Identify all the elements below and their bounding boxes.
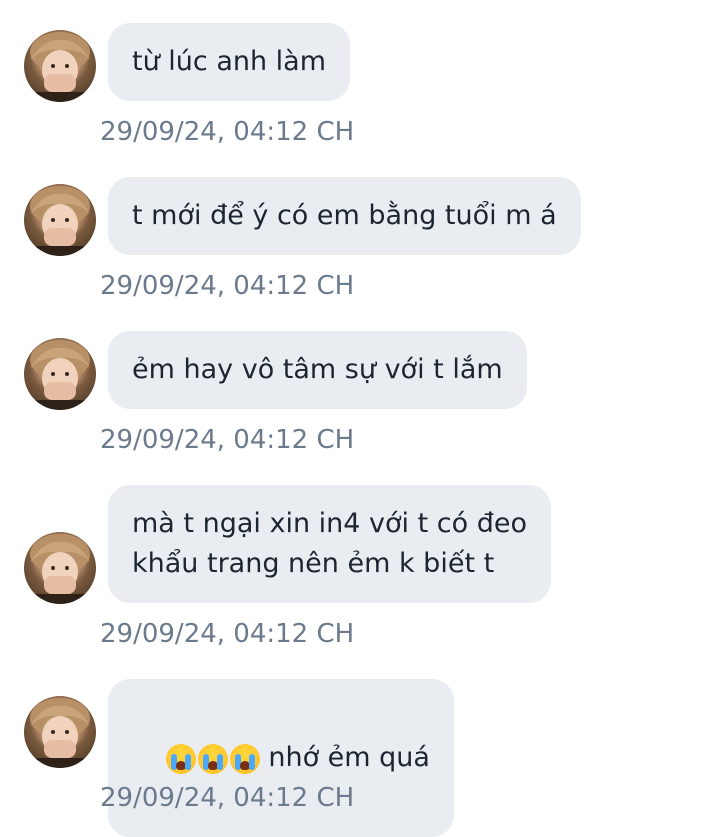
sender-avatar[interactable]	[24, 30, 96, 102]
sender-avatar[interactable]	[24, 338, 96, 410]
message-timestamp: 29/09/24, 04:12 CH	[100, 783, 355, 813]
sender-avatar[interactable]	[24, 184, 96, 256]
message-bubble[interactable]: ẻm hay vô tâm sự với t lắm	[108, 331, 527, 409]
sender-avatar[interactable]	[24, 532, 96, 604]
message-timestamp: 29/09/24, 04:12 CH	[100, 619, 355, 649]
loudly-crying-face-icon	[198, 743, 229, 774]
message-timestamp: 29/09/24, 04:12 CH	[100, 425, 355, 455]
message-text: nhớ ẻm quá	[268, 742, 430, 773]
message-bubble[interactable]: từ lúc anh làm	[108, 23, 351, 101]
loudly-crying-face-icon	[230, 743, 261, 774]
message-timestamp: 29/09/24, 04:12 CH	[100, 117, 355, 147]
message-bubble[interactable]: t mới để ý có em bằng tuổi m á	[108, 177, 581, 255]
emoji-group	[166, 743, 261, 774]
sender-avatar[interactable]	[24, 696, 96, 768]
loudly-crying-face-icon	[166, 743, 197, 774]
message-bubble[interactable]: mà t ngại xin in4 với t có đeo khẩu tran…	[108, 485, 551, 603]
message-timestamp: 29/09/24, 04:12 CH	[100, 271, 355, 301]
